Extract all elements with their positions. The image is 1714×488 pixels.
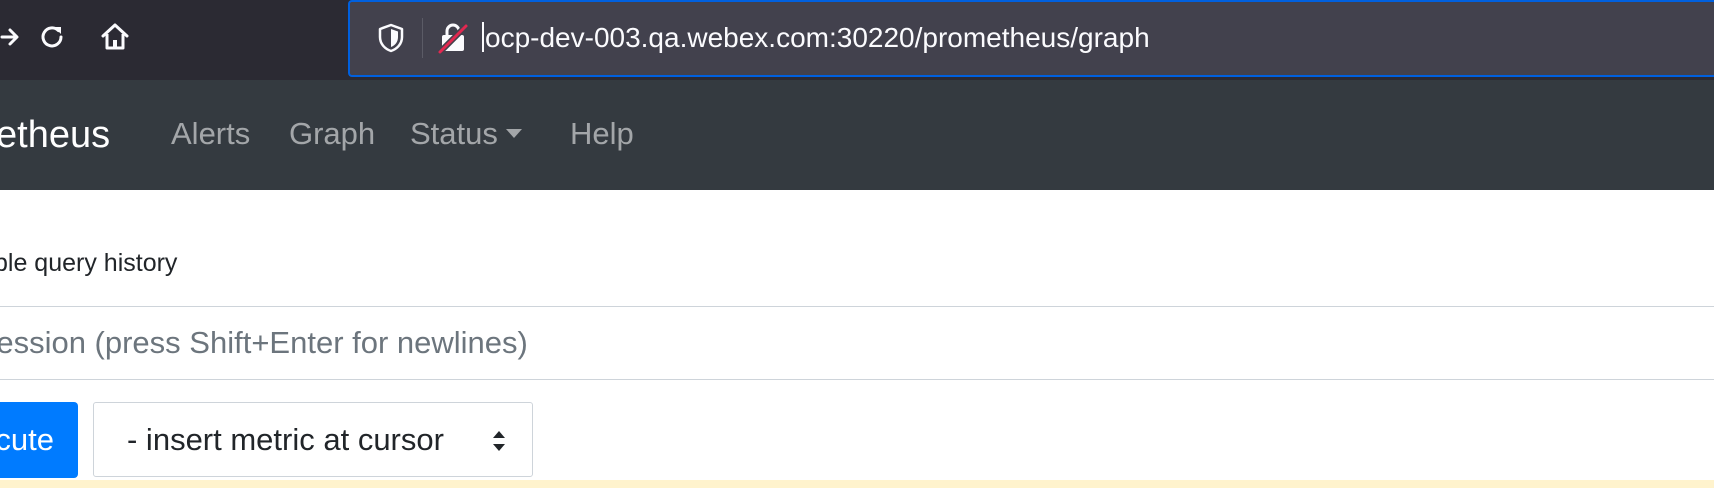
url-bar[interactable]: ocp-dev-003.qa.webex.com:30220/prometheu…: [348, 0, 1714, 77]
text-caret: [482, 22, 484, 52]
app-navbar: etheus Alerts Graph Status Help: [0, 80, 1714, 190]
insecure-lock-icon[interactable]: [436, 20, 470, 56]
nav-link-alerts[interactable]: Alerts: [171, 114, 250, 154]
arrow-right-icon[interactable]: [0, 19, 28, 55]
insert-metric-select[interactable]: - insert metric at cursor: [93, 402, 533, 477]
url-text[interactable]: ocp-dev-003.qa.webex.com:30220/prometheu…: [482, 20, 1150, 56]
brand-logo-text[interactable]: etheus: [0, 110, 110, 160]
home-icon[interactable]: [97, 19, 133, 55]
shield-icon[interactable]: [376, 22, 406, 54]
url-separator: [422, 18, 423, 58]
reload-icon[interactable]: [34, 19, 70, 55]
expression-input[interactable]: ression (press Shift+Enter for newlines): [0, 306, 1714, 380]
execute-button[interactable]: cute: [0, 402, 78, 478]
select-arrows-icon: [493, 431, 505, 451]
caret-down-icon: [505, 129, 522, 138]
expression-placeholder: ression (press Shift+Enter for newlines): [0, 325, 528, 360]
warning-alert-strip: [0, 480, 1714, 488]
nav-dropdown-status[interactable]: Status: [410, 114, 522, 154]
browser-toolbar: ocp-dev-003.qa.webex.com:30220/prometheu…: [0, 0, 1714, 81]
metric-select-value: - insert metric at cursor: [127, 422, 444, 457]
url-value[interactable]: ocp-dev-003.qa.webex.com:30220/prometheu…: [485, 22, 1150, 53]
browser-nav-area: [0, 0, 348, 78]
query-history-checkbox-label[interactable]: ble query history: [0, 248, 177, 278]
nav-status-label: Status: [410, 116, 498, 151]
nav-link-help[interactable]: Help: [570, 114, 634, 154]
nav-link-graph[interactable]: Graph: [289, 114, 375, 154]
